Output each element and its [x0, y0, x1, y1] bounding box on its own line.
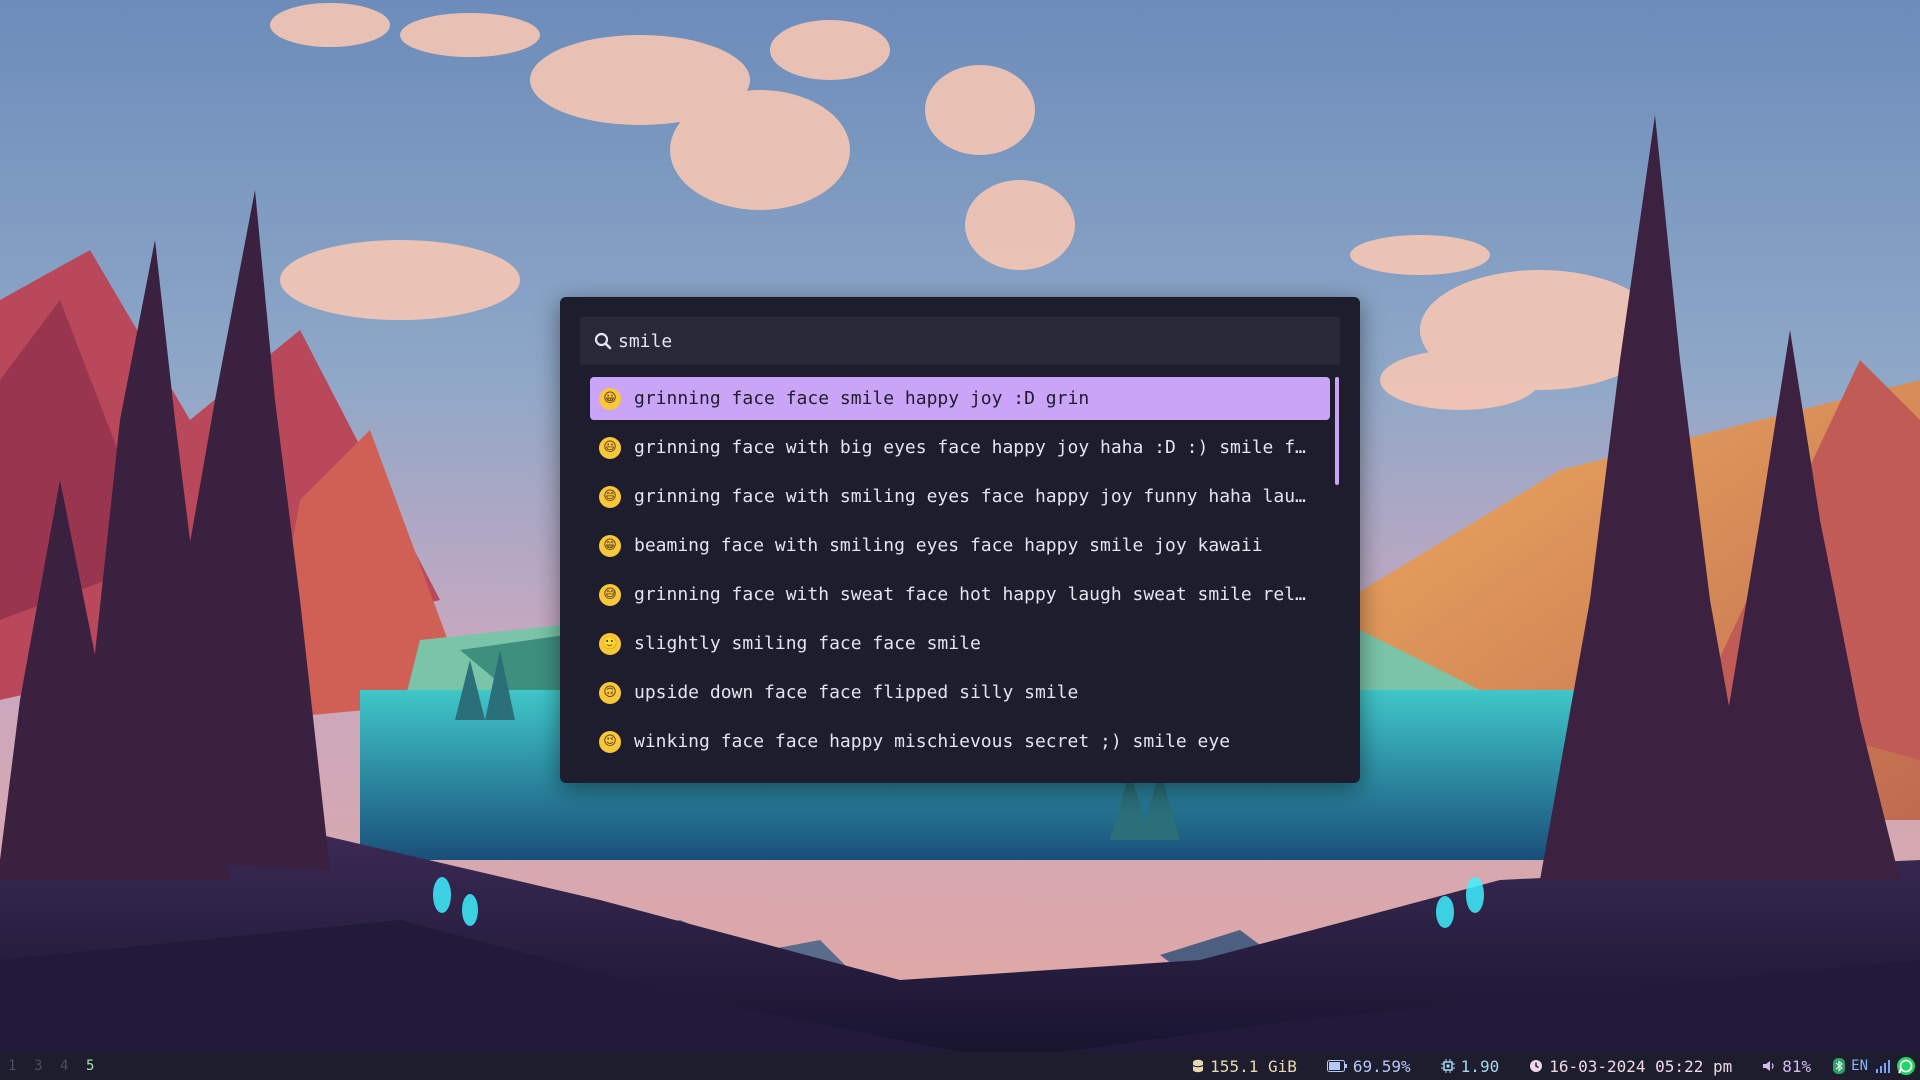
cpu-module[interactable]: 1.90 [1440, 1056, 1500, 1076]
grinning-sweat-emoji-icon: 😅 [599, 583, 621, 606]
cpu-load-text: 1.90 [1460, 1056, 1500, 1076]
results-scrollbar[interactable] [1335, 377, 1339, 767]
bluetooth-icon[interactable] [1833, 1058, 1846, 1074]
result-item[interactable]: 😄 grinning face with smiling eyes face h… [590, 475, 1330, 518]
beaming-face-emoji-icon: 😁 [599, 534, 621, 557]
cpu-icon [1440, 1059, 1455, 1073]
status-modules: 155.1 GiB 69.59% 1.90 16-03-2024 05:22 p… [1162, 1056, 1916, 1076]
result-item[interactable]: 😃 grinning face with big eyes face happy… [590, 426, 1330, 469]
slightly-smiling-emoji-icon: 🙂 [599, 632, 621, 655]
search-bar[interactable] [580, 317, 1340, 365]
whatsapp-icon[interactable] [1896, 1056, 1916, 1076]
volume-module[interactable]: 81% [1762, 1057, 1811, 1076]
datetime-text: 16-03-2024 05:22 pm [1549, 1056, 1733, 1076]
workspace-list: 1 3 4 5 [8, 1058, 112, 1074]
disk-free-text: 155.1 GiB [1210, 1056, 1297, 1076]
result-label: upside down face face flipped silly smil… [634, 682, 1079, 703]
grinning-big-eyes-emoji-icon: 😃 [599, 436, 621, 459]
tray: EN [1833, 1056, 1916, 1076]
workspace-button-active[interactable]: 5 [86, 1058, 112, 1074]
emoji-launcher: 😀 grinning face face smile happy joy :D … [560, 297, 1360, 783]
search-icon [592, 330, 614, 352]
result-label: grinning face face smile happy joy :D gr… [634, 388, 1090, 409]
volume-percent-text: 81% [1782, 1056, 1812, 1076]
result-label: slightly smiling face face smile [634, 633, 981, 654]
result-item[interactable]: 🙂 slightly smiling face face smile [590, 622, 1330, 665]
results-list: 😀 grinning face face smile happy joy :D … [590, 377, 1330, 769]
result-item[interactable]: 😉 winking face face happy mischievous se… [590, 720, 1330, 763]
result-label: beaming face with smiling eyes face happ… [634, 535, 1263, 556]
result-item[interactable]: 😅 grinning face with sweat face hot happ… [590, 573, 1330, 616]
grinning-face-emoji-icon: 😀 [599, 387, 621, 410]
database-icon [1192, 1059, 1204, 1073]
battery-module[interactable]: 69.59% [1326, 1056, 1411, 1076]
winking-face-emoji-icon: 😉 [599, 730, 621, 753]
workspace-button[interactable]: 4 [60, 1058, 86, 1074]
clock-icon [1529, 1059, 1543, 1073]
keyboard-language-indicator[interactable]: EN [1851, 1058, 1868, 1074]
volume-icon [1762, 1060, 1776, 1072]
result-label: grinning face with sweat face hot happy … [634, 584, 1306, 605]
result-label: grinning face with smiling eyes face hap… [634, 486, 1306, 507]
battery-icon [1326, 1060, 1347, 1072]
search-input[interactable] [618, 330, 1298, 352]
result-label: winking face face happy mischievous secr… [634, 731, 1231, 752]
battery-percent-text: 69.59% [1352, 1056, 1411, 1076]
disk-module[interactable]: 155.1 GiB [1192, 1057, 1297, 1076]
workspace-button[interactable]: 1 [8, 1058, 34, 1074]
result-item[interactable]: 😀 grinning face face smile happy joy :D … [590, 377, 1330, 420]
clock-module[interactable]: 16-03-2024 05:22 pm [1529, 1057, 1732, 1076]
network-signal-icon[interactable] [1876, 1059, 1890, 1073]
upside-down-face-emoji-icon: 🙃 [599, 681, 621, 704]
scrollbar-thumb[interactable] [1335, 377, 1339, 485]
result-item[interactable]: 😁 beaming face with smiling eyes face ha… [590, 524, 1330, 567]
grinning-smiling-eyes-emoji-icon: 😄 [599, 485, 621, 508]
result-item[interactable]: 🙃 upside down face face flipped silly sm… [590, 671, 1330, 714]
result-label: grinning face with big eyes face happy j… [634, 437, 1306, 458]
status-bar: 1 3 4 5 155.1 GiB 69.59% 1.90 16-03-2024… [0, 1052, 1920, 1080]
workspace-button[interactable]: 3 [34, 1058, 60, 1074]
